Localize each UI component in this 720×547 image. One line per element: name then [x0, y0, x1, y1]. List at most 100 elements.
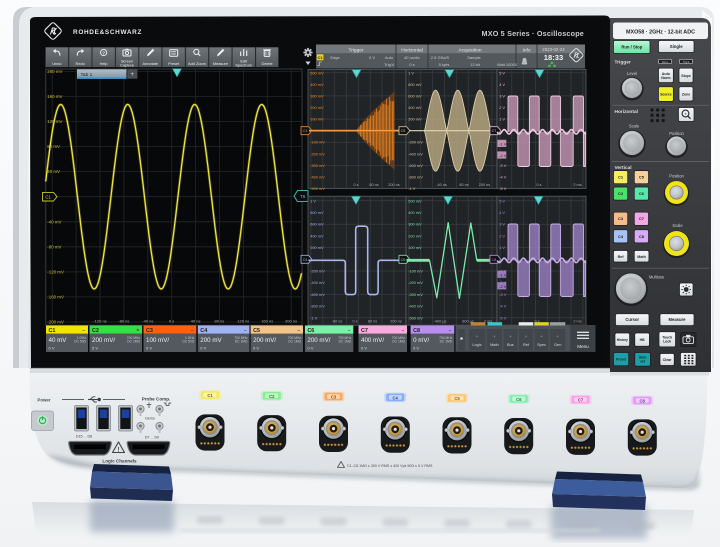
svg-text:80 ns: 80 ns [459, 183, 468, 187]
svg-text:Redo: Redo [76, 61, 85, 66]
svg-text:Add Zoom: Add Zoom [188, 61, 206, 66]
svg-text:Ref: Ref [618, 255, 625, 259]
svg-text:600 mV: 600 mV [310, 222, 324, 227]
svg-text:300 mV: 300 mV [408, 222, 422, 227]
svg-text:-4 V: -4 V [499, 304, 507, 309]
svg-text:0 V: 0 V [307, 346, 313, 351]
svg-text:0 s: 0 s [352, 320, 357, 324]
svg-text:Trig'd: Trig'd [384, 62, 394, 67]
svg-text:C5: C5 [639, 175, 645, 180]
svg-text:Source: Source [660, 93, 672, 97]
svg-text:2023-02-24: 2023-02-24 [542, 47, 565, 52]
svg-text:-400 µs: -400 µs [434, 320, 447, 324]
svg-text:+: + [556, 334, 559, 339]
svg-text:Vertical: Vertical [615, 165, 632, 171]
svg-text:Acquisition: Acquisition [458, 47, 482, 53]
svg-text:-200 mV: -200 mV [310, 151, 325, 156]
svg-text:120 ns: 120 ns [237, 319, 249, 324]
svg-text:18:33: 18:33 [544, 53, 563, 62]
svg-text:Math: Math [637, 255, 646, 259]
svg-text:400 mV: 400 mV [310, 82, 324, 87]
svg-text:Zone: Zone [682, 92, 690, 96]
svg-text:C4: C4 [200, 328, 207, 334]
svg-text:Logic: Logic [472, 342, 481, 347]
svg-text:0 V: 0 V [92, 346, 98, 351]
svg-text:Delete: Delete [261, 61, 272, 66]
svg-text:-120 ns: -120 ns [93, 319, 106, 324]
svg-text:5 V: 5 V [499, 70, 505, 75]
svg-text:Preset: Preset [616, 358, 627, 362]
svg-text:C7: C7 [578, 398, 584, 403]
svg-text:200 mV: 200 mV [310, 105, 324, 110]
svg-text:1 V: 1 V [499, 117, 505, 122]
svg-text:200 ns: 200 ns [390, 320, 402, 324]
svg-text:200 ns: 200 ns [285, 319, 297, 324]
svg-text:Multiuse: Multiuse [649, 275, 665, 280]
svg-text:600 mV: 600 mV [408, 93, 422, 98]
svg-text:-400 mV: -400 mV [310, 280, 325, 285]
svg-text:500 mV: 500 mV [408, 198, 422, 203]
svg-text:Undo: Undo [52, 61, 61, 66]
svg-text:+: + [131, 72, 135, 78]
svg-text:-3 V: -3 V [499, 163, 507, 168]
svg-text:0 s: 0 s [409, 62, 414, 67]
svg-text:Demo: Demo [145, 417, 155, 421]
svg-text:Level: Level [627, 71, 637, 76]
svg-text:C6: C6 [516, 397, 522, 402]
svg-text:+: + [493, 334, 496, 339]
svg-text:Tab 1: Tab 1 [81, 72, 93, 78]
svg-text:C1: C1 [318, 55, 324, 60]
svg-text:-160 mV: -160 mV [47, 295, 64, 300]
svg-text:800 mV: 800 mV [408, 82, 422, 87]
svg-text:3 V: 3 V [499, 93, 505, 98]
svg-text:Trigger: Trigger [615, 60, 631, 66]
svg-text:C4: C4 [618, 234, 624, 239]
svg-text:C8: C8 [639, 234, 645, 239]
svg-text:0 V: 0 V [146, 346, 152, 351]
svg-text:-40 ns: -40 ns [142, 319, 153, 324]
svg-text:Measure: Measure [669, 317, 687, 322]
svg-text:+: + [509, 334, 512, 339]
svg-text:C3: C3 [618, 216, 624, 221]
svg-text:Norm: Norm [661, 76, 670, 80]
svg-text:-400 mV: -400 mV [408, 304, 423, 309]
svg-text:-600 mV: -600 mV [408, 163, 423, 168]
svg-text:300 mV: 300 mV [310, 93, 324, 98]
svg-text:Menu: Menu [577, 344, 589, 349]
svg-text:–: – [297, 328, 300, 333]
svg-text:200 mV/: 200 mV/ [307, 337, 330, 344]
svg-text:–: – [449, 328, 452, 333]
svg-text:DC 1MΩ: DC 1MΩ [440, 340, 453, 344]
svg-text:-200 mV: -200 mV [408, 280, 423, 285]
svg-text:Position: Position [669, 131, 684, 136]
svg-text:400 mV/: 400 mV/ [361, 337, 384, 344]
svg-text:-800 mV: -800 mV [408, 174, 423, 179]
svg-text:C5: C5 [401, 129, 406, 133]
svg-text:×: × [136, 328, 139, 333]
svg-text:80 ns: 80 ns [368, 320, 377, 324]
svg-text:C8: C8 [640, 399, 646, 404]
svg-text:400 mV: 400 mV [408, 210, 422, 215]
svg-text:ROHDE&SCHWARZ: ROHDE&SCHWARZ [73, 29, 142, 36]
svg-text:C5: C5 [454, 396, 460, 401]
svg-text:800 mV: 800 mV [310, 210, 324, 215]
svg-text:Horizontal: Horizontal [615, 109, 638, 115]
svg-text:40 mV: 40 mV [49, 337, 68, 344]
svg-text:0 mV/: 0 mV/ [413, 337, 429, 344]
svg-text:-300 mV: -300 mV [310, 163, 325, 168]
svg-text:–: – [191, 328, 194, 333]
svg-text:Capture: Capture [120, 62, 134, 67]
svg-text:0 s: 0 s [169, 319, 174, 324]
svg-text:-500 mV: -500 mV [408, 315, 423, 320]
svg-text:0 s: 0 s [536, 183, 541, 187]
svg-text:Info: Info [522, 47, 530, 53]
svg-text:40 mV: 40 mV [47, 169, 60, 174]
svg-text:Spectrum: Spectrum [235, 62, 252, 67]
svg-text:Preset: Preset [168, 61, 180, 66]
svg-text:-1 V: -1 V [499, 142, 507, 147]
svg-text:!: ! [118, 448, 120, 454]
svg-text:200 mV/: 200 mV/ [253, 337, 276, 344]
svg-text:Trig'd: Trig'd [683, 60, 690, 64]
svg-text:4 V: 4 V [499, 82, 505, 87]
svg-text:–: – [82, 328, 85, 333]
